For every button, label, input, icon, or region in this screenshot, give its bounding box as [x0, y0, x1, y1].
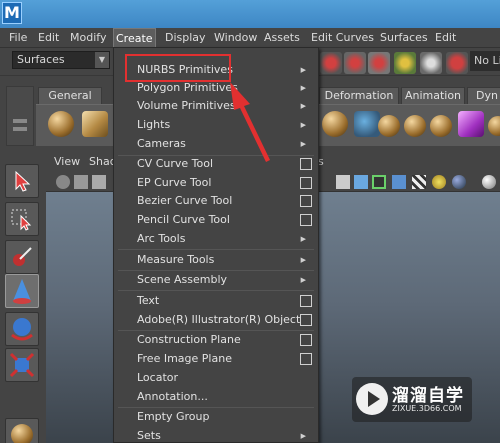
watermark-url: ZIXUE.3D66.COM: [392, 404, 462, 413]
watermark-title: 溜溜自学: [392, 386, 464, 406]
watermark-logo-icon: [356, 383, 388, 415]
watermark: 溜溜自学 ZIXUE.3D66.COM: [352, 377, 472, 422]
